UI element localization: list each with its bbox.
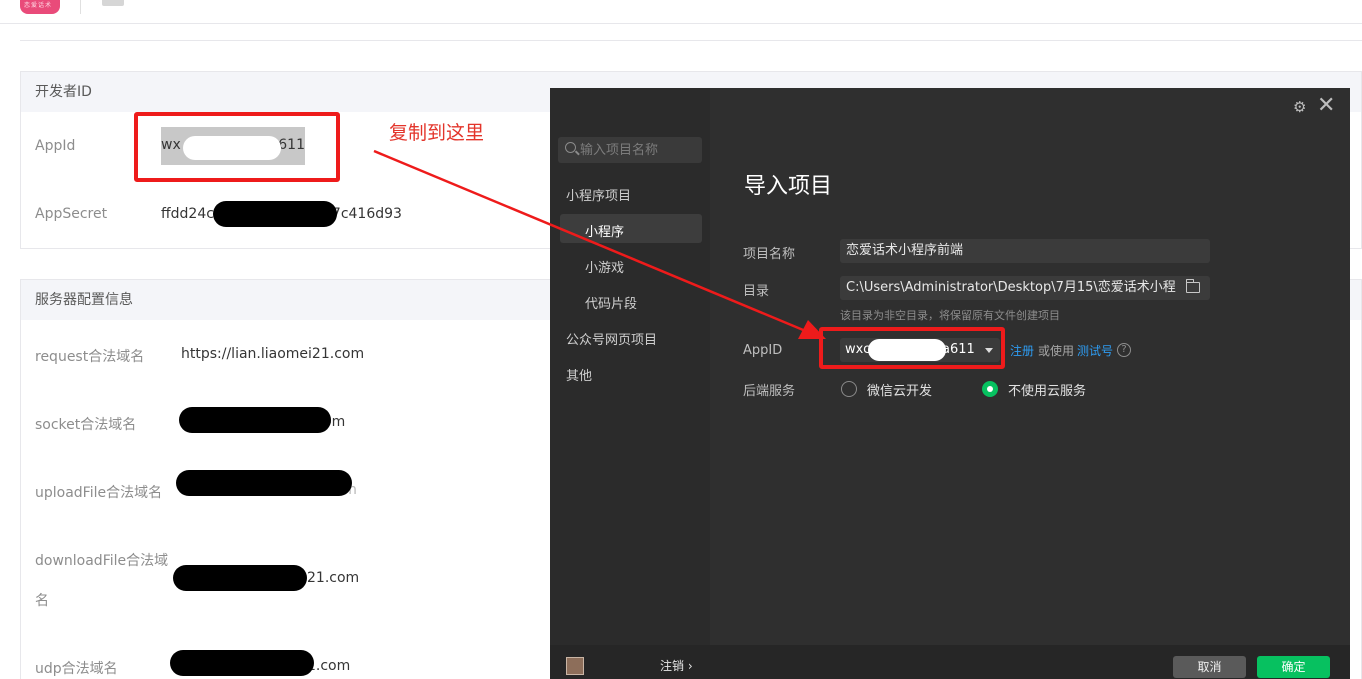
gear-icon[interactable]: ⚙	[1293, 98, 1306, 116]
sidebar-section-official[interactable]: 公众号网页项目	[566, 329, 657, 348]
sidebar-section-other[interactable]: 其他	[566, 365, 592, 384]
project-name-label: 项目名称	[743, 247, 796, 262]
directory-hint: 该目录为非空目录，将保留原有文件创建项目	[840, 309, 1060, 322]
download-domain-suffix: 21.com	[307, 570, 360, 586]
sidebar-item-miniprogram[interactable]: 小程序	[585, 221, 624, 240]
directory-value: C:\Users\Administrator\Desktop\7月15\恋爱话术…	[846, 280, 1176, 295]
help-icon[interactable]: ?	[1117, 343, 1131, 357]
redaction-mark	[170, 650, 314, 676]
user-avatar[interactable]	[566, 657, 584, 675]
sidebar-item-minigame[interactable]: 小游戏	[585, 257, 624, 276]
appid-highlight-box	[134, 112, 340, 182]
redaction-mark	[176, 470, 352, 496]
folder-icon[interactable]	[1185, 279, 1200, 293]
cancel-button[interactable]: 取消	[1173, 656, 1246, 678]
import-project-dialog: 小程序项目 小程序 小游戏 代码片段 公众号网页项目 其他 注销 › ⚙ ✕ 导…	[550, 88, 1350, 679]
app-logo[interactable]: 恋爱话术	[20, 0, 60, 14]
wx-cloud-label[interactable]: 微信云开发	[867, 380, 932, 399]
appsecret-label: AppSecret	[35, 206, 108, 222]
top-bar: 恋爱话术	[0, 0, 1362, 24]
or-use-text: 或使用	[1038, 344, 1075, 358]
udp-domain-label: udp合法域名	[35, 661, 118, 677]
appid-field-label: AppID	[743, 343, 783, 358]
project-search-input[interactable]	[580, 137, 698, 163]
dialog-footer: 取消 确定	[710, 645, 1350, 679]
backend-service-label: 后端服务	[743, 384, 796, 399]
request-domain-label: request合法域名	[35, 349, 145, 365]
logout-button[interactable]: 注销 ›	[660, 657, 693, 674]
project-name-input[interactable]: 恋爱话术小程序前端	[840, 239, 1210, 263]
redaction-mark	[213, 201, 337, 227]
register-link[interactable]: 注册	[1010, 342, 1034, 359]
dialog-sidebar: 小程序项目 小程序 小游戏 代码片段 公众号网页项目 其他 注销 ›	[550, 88, 710, 679]
sidebar-item-snippet[interactable]: 代码片段	[585, 293, 637, 312]
no-cloud-radio[interactable]	[982, 381, 998, 397]
test-account-link[interactable]: 测试号	[1077, 342, 1113, 359]
sidebar-footer: 注销 ›	[550, 645, 710, 679]
request-domain-value: https://lian.liaomei21.com	[181, 346, 365, 362]
download-domain-label: downloadFile合法域	[35, 553, 169, 569]
breadcrumb-icon	[102, 0, 124, 6]
dialog-main: ⚙ ✕ 导入项目 项目名称 恋爱话术小程序前端 目录 C:\Users\Admi…	[710, 88, 1350, 679]
copy-annotation: 复制到这里	[389, 122, 485, 144]
directory-input[interactable]: C:\Users\Administrator\Desktop\7月15\恋爱话术…	[840, 276, 1210, 300]
sidebar-active-highlight	[560, 214, 702, 243]
top-divider	[80, 0, 81, 14]
wx-cloud-radio[interactable]	[841, 381, 857, 397]
directory-label: 目录	[743, 284, 770, 299]
no-cloud-label[interactable]: 不使用云服务	[1008, 380, 1086, 399]
redaction-mark	[179, 407, 331, 433]
dialog-title: 导入项目	[744, 174, 833, 199]
confirm-button[interactable]: 确定	[1257, 656, 1330, 678]
appsecret-prefix: ffdd24c	[161, 206, 214, 222]
upload-domain-label: uploadFile合法域名	[35, 485, 163, 501]
close-icon[interactable]: ✕	[1317, 95, 1335, 117]
appid-label: AppId	[35, 138, 76, 154]
socket-domain-label: socket合法域名	[35, 417, 137, 433]
project-search-box[interactable]	[558, 137, 702, 163]
dialog-appid-highlight-box	[819, 327, 1005, 369]
download-domain-label-cont: 名	[35, 593, 49, 609]
sidebar-section-miniprogram[interactable]: 小程序项目	[566, 185, 631, 204]
logo-text: 恋爱话术	[24, 2, 53, 9]
section-divider	[20, 40, 1362, 41]
redaction-mark	[173, 565, 307, 591]
search-icon	[565, 142, 576, 153]
